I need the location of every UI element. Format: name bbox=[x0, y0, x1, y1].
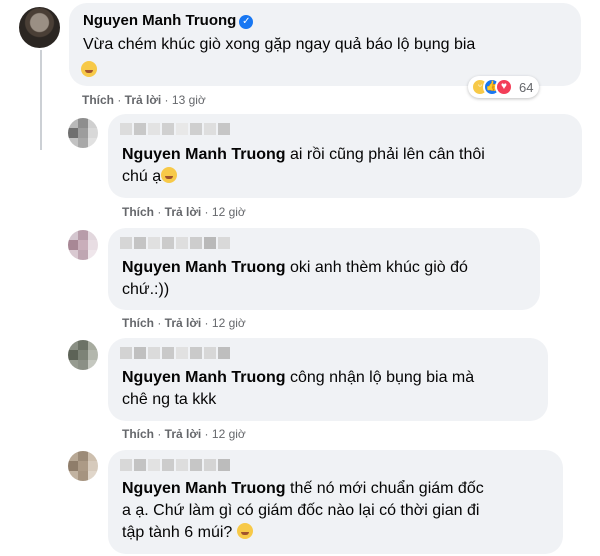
mention-author[interactable]: Nguyen Manh Truong bbox=[122, 146, 286, 163]
reaction-summary[interactable]: ᵕ 👍 ♥ 64 bbox=[468, 76, 540, 98]
timestamp[interactable]: 12 giờ bbox=[212, 316, 246, 330]
blurred-author-name bbox=[120, 459, 230, 471]
timestamp[interactable]: 13 giờ bbox=[172, 93, 206, 107]
reply-avatar[interactable] bbox=[68, 451, 98, 481]
like-link[interactable]: Thích bbox=[122, 316, 154, 330]
mention-author[interactable]: Nguyen Manh Truong bbox=[122, 369, 286, 386]
reply-bubble: Nguyen Manh Truong thế nó mới chuẩn giám… bbox=[108, 450, 563, 554]
mention-author[interactable]: Nguyen Manh Truong bbox=[122, 480, 286, 497]
emoji-icon bbox=[81, 61, 97, 77]
thread-line bbox=[40, 50, 42, 150]
timestamp[interactable]: 12 giờ bbox=[212, 427, 246, 441]
like-link[interactable]: Thích bbox=[82, 93, 114, 107]
reply-avatar[interactable] bbox=[68, 340, 98, 370]
comment-author-name[interactable]: Nguyen Manh Truong bbox=[83, 12, 236, 29]
reply-text: Nguyen Manh Truong ai rồi cũng phải lên … bbox=[122, 146, 485, 185]
blurred-author-name bbox=[120, 123, 230, 135]
reply-actions: Thích · Trả lời · 12 giờ bbox=[122, 316, 246, 330]
reply-actions: Thích · Trả lời · 12 giờ bbox=[122, 205, 246, 219]
reply-link[interactable]: Trả lời bbox=[165, 316, 202, 330]
reply-bubble: Nguyen Manh Truong công nhận lộ bụng bia… bbox=[108, 338, 548, 421]
blurred-author-name bbox=[120, 347, 230, 359]
reply-avatar[interactable] bbox=[68, 118, 98, 148]
reply-avatar[interactable] bbox=[68, 230, 98, 260]
reply-link[interactable]: Trả lời bbox=[165, 427, 202, 441]
reply-link[interactable]: Trả lời bbox=[165, 205, 202, 219]
mention-author[interactable]: Nguyen Manh Truong bbox=[122, 259, 286, 276]
reply-actions: Thích · Trả lời · 12 giờ bbox=[122, 427, 246, 441]
reply-bubble: Nguyen Manh Truong oki anh thèm khúc giò… bbox=[108, 228, 540, 310]
love-reaction-icon: ♥ bbox=[495, 78, 513, 96]
reply-link[interactable]: Trả lời bbox=[125, 93, 162, 107]
like-link[interactable]: Thích bbox=[122, 205, 154, 219]
blurred-author-name bbox=[120, 237, 230, 249]
timestamp[interactable]: 12 giờ bbox=[212, 205, 246, 219]
reaction-count: 64 bbox=[519, 79, 534, 95]
comment-actions: Thích · Trả lời · 13 giờ bbox=[82, 93, 206, 107]
reply-text: Nguyen Manh Truong thế nó mới chuẩn giám… bbox=[122, 480, 484, 541]
like-link[interactable]: Thích bbox=[122, 427, 154, 441]
reply-bubble: Nguyen Manh Truong ai rồi cũng phải lên … bbox=[108, 114, 582, 198]
author-avatar[interactable] bbox=[19, 7, 60, 48]
reply-text: Nguyen Manh Truong oki anh thèm khúc giò… bbox=[122, 259, 468, 298]
emoji-icon bbox=[161, 167, 178, 183]
main-comment-bubble: Nguyen Manh Truong ✓ Vừa chém khúc giò xo… bbox=[69, 3, 581, 86]
verified-icon: ✓ bbox=[239, 15, 254, 29]
emoji-icon bbox=[236, 523, 253, 539]
comment-text: Vừa chém khúc giò xong gặp ngay quả báo … bbox=[83, 36, 476, 53]
reply-text: Nguyen Manh Truong công nhận lộ bụng bia… bbox=[122, 369, 475, 408]
